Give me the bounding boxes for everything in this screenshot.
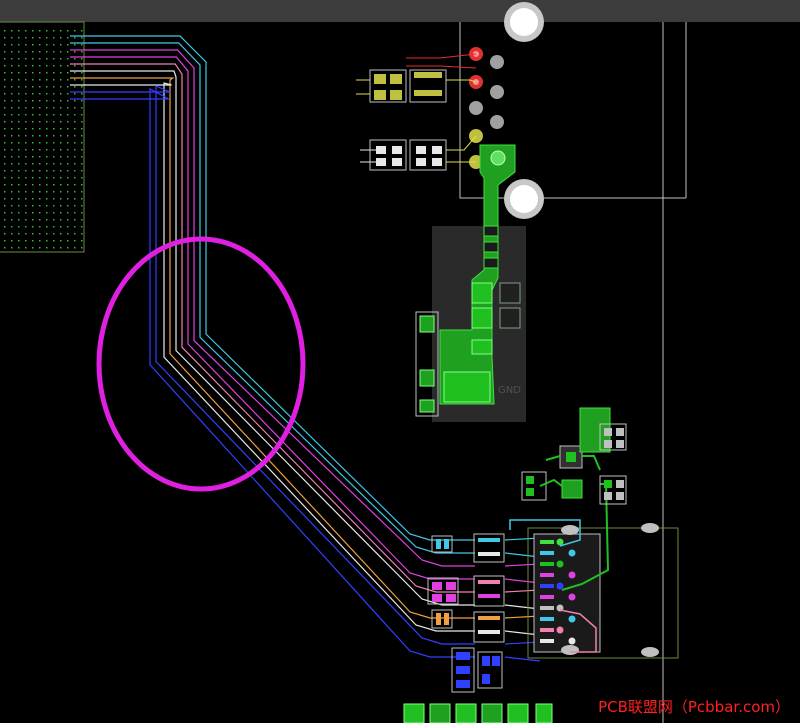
usb-connector-area bbox=[509, 483, 679, 659]
ic-component bbox=[521, 407, 627, 505]
series-resistors bbox=[427, 533, 505, 693]
bottom-components bbox=[403, 703, 553, 723]
pcb-layout-canvas: GND bbox=[0, 2, 687, 723]
watermark-text: PCB联盟网（Pcbbar.com） bbox=[598, 698, 790, 716]
connector-holes bbox=[469, 2, 544, 219]
highlight-circle bbox=[96, 236, 306, 492]
upper-small-components bbox=[356, 53, 477, 171]
gnd-label: GND bbox=[498, 385, 521, 396]
bga-pad-grid bbox=[4, 30, 83, 249]
